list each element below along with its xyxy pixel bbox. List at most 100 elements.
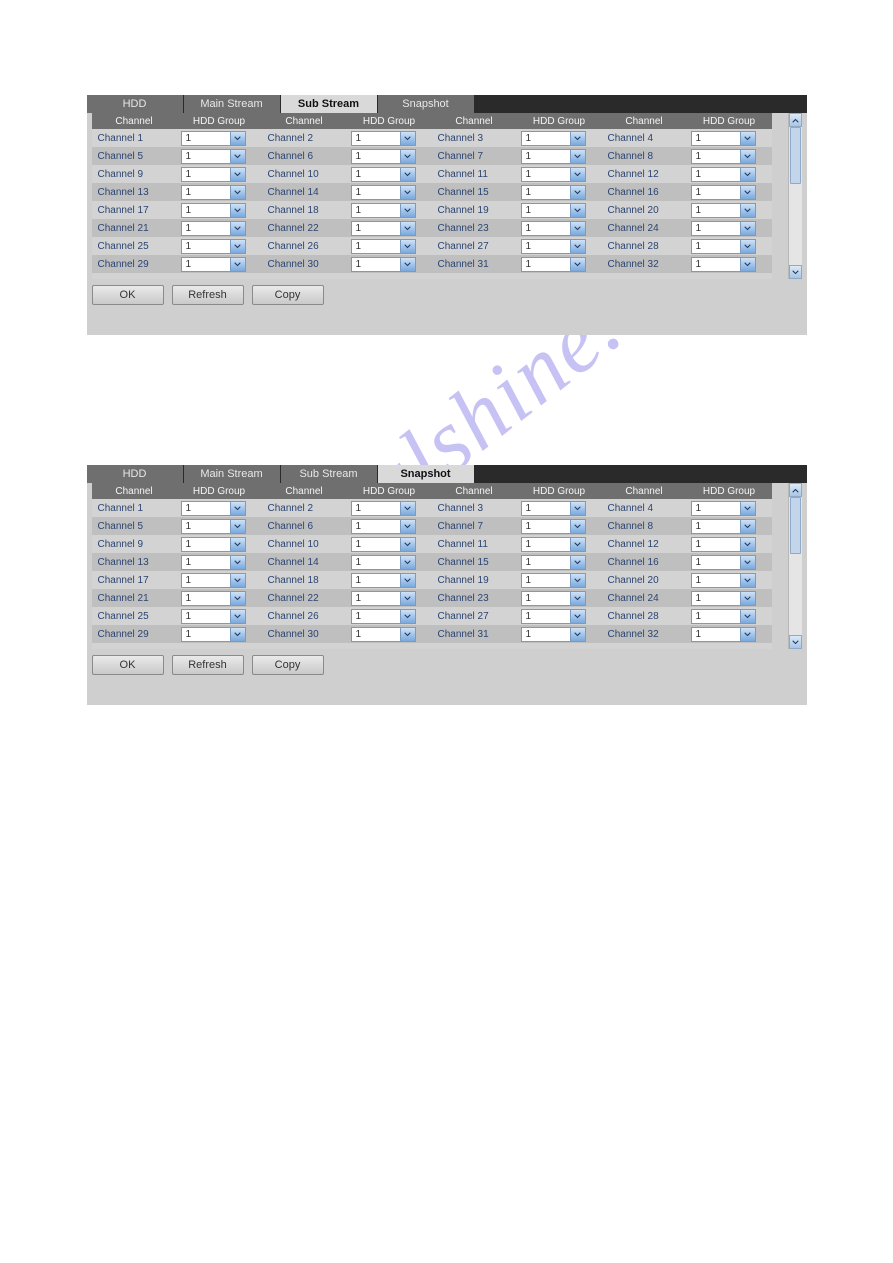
hdd-group-select[interactable]: 1 (691, 257, 756, 272)
hdd-group-select[interactable]: 1 (521, 257, 586, 272)
hdd-group-select[interactable]: 1 (691, 573, 756, 588)
hdd-group-select[interactable]: 1 (351, 131, 416, 146)
hdd-group-select[interactable]: 1 (521, 537, 586, 552)
copy-button[interactable]: Copy (252, 285, 324, 305)
tab-hdd[interactable]: HDD (87, 95, 184, 113)
scroll-down-button[interactable] (789, 635, 802, 649)
hdd-group-select[interactable]: 1 (521, 185, 586, 200)
hdd-group-select[interactable]: 1 (351, 537, 416, 552)
hdd-group-select[interactable]: 1 (181, 239, 246, 254)
tab-hdd[interactable]: HDD (87, 465, 184, 483)
hdd-group-select[interactable]: 1 (351, 221, 416, 236)
hdd-group-select[interactable]: 1 (521, 131, 586, 146)
channel-label: Channel 14 (268, 557, 319, 568)
hdd-group-select[interactable]: 1 (521, 555, 586, 570)
hdd-group-select[interactable]: 1 (691, 501, 756, 516)
hdd-group-select[interactable]: 1 (181, 149, 246, 164)
hdd-group-select[interactable]: 1 (351, 501, 416, 516)
hdd-group-select[interactable]: 1 (351, 591, 416, 606)
hdd-group-select[interactable]: 1 (521, 167, 586, 182)
hdd-group-select[interactable]: 1 (691, 591, 756, 606)
hdd-group-select[interactable]: 1 (351, 573, 416, 588)
hdd-group-select[interactable]: 1 (691, 203, 756, 218)
hdd-group-select[interactable]: 1 (181, 131, 246, 146)
hdd-group-select[interactable]: 1 (351, 203, 416, 218)
hdd-group-select[interactable]: 1 (181, 167, 246, 182)
hdd-group-select[interactable]: 1 (691, 239, 756, 254)
tab-sub[interactable]: Sub Stream (281, 465, 378, 483)
hdd-group-select[interactable]: 1 (521, 501, 586, 516)
hdd-group-select[interactable]: 1 (521, 591, 586, 606)
refresh-button[interactable]: Refresh (172, 655, 244, 675)
hdd-group-select[interactable]: 1 (181, 519, 246, 534)
channel-label: Channel 30 (268, 629, 319, 640)
hdd-group-select[interactable]: 1 (181, 501, 246, 516)
hdd-group-select[interactable]: 1 (691, 185, 756, 200)
hdd-group-select[interactable]: 1 (691, 609, 756, 624)
hdd-group-select[interactable]: 1 (521, 573, 586, 588)
hdd-group-select[interactable]: 1 (181, 203, 246, 218)
hdd-group-select[interactable]: 1 (691, 167, 756, 182)
hdd-group-select[interactable]: 1 (181, 609, 246, 624)
scroll-up-button[interactable] (789, 113, 802, 127)
scroll-thumb[interactable] (790, 127, 801, 184)
tab-main[interactable]: Main Stream (184, 95, 281, 113)
scrollbar[interactable] (788, 113, 802, 279)
scroll-up-button[interactable] (789, 483, 802, 497)
hdd-group-select[interactable]: 1 (521, 609, 586, 624)
hdd-group-select[interactable]: 1 (181, 185, 246, 200)
chevron-down-icon (230, 628, 245, 641)
scrollbar[interactable] (788, 483, 802, 649)
ok-button[interactable]: OK (92, 285, 164, 305)
hdd-group-select[interactable]: 1 (181, 221, 246, 236)
hdd-group-select[interactable]: 1 (351, 257, 416, 272)
hdd-group-select[interactable]: 1 (691, 537, 756, 552)
channel-label: Channel 13 (98, 557, 149, 568)
hdd-group-select[interactable]: 1 (521, 239, 586, 254)
hdd-group-select[interactable]: 1 (521, 221, 586, 236)
chevron-down-icon (230, 204, 245, 217)
scroll-track[interactable] (789, 497, 802, 635)
hdd-group-select[interactable]: 1 (521, 627, 586, 642)
hdd-group-select[interactable]: 1 (691, 555, 756, 570)
hdd-group-select[interactable]: 1 (351, 555, 416, 570)
channel-label: Channel 27 (438, 241, 489, 252)
ok-button[interactable]: OK (92, 655, 164, 675)
hdd-group-select[interactable]: 1 (351, 519, 416, 534)
hdd-group-select[interactable]: 1 (181, 257, 246, 272)
tab-snap[interactable]: Snapshot (378, 465, 475, 483)
channel-cell: Channel 7 (432, 517, 517, 535)
hdd-group-select[interactable]: 1 (351, 239, 416, 254)
scroll-track[interactable] (789, 127, 802, 265)
hdd-group-select[interactable]: 1 (351, 609, 416, 624)
hdd-group-select[interactable]: 1 (351, 149, 416, 164)
hdd-group-select[interactable]: 1 (181, 555, 246, 570)
hdd-group-select[interactable]: 1 (181, 591, 246, 606)
select-value: 1 (182, 521, 230, 532)
select-value: 1 (692, 503, 740, 514)
channel-label: Channel 29 (98, 629, 149, 640)
tab-main[interactable]: Main Stream (184, 465, 281, 483)
tab-sub[interactable]: Sub Stream (281, 95, 378, 113)
hdd-group-select[interactable]: 1 (351, 167, 416, 182)
hdd-group-select[interactable]: 1 (521, 519, 586, 534)
hdd-group-select[interactable]: 1 (691, 627, 756, 642)
refresh-button[interactable]: Refresh (172, 285, 244, 305)
hdd-group-select[interactable]: 1 (691, 221, 756, 236)
tab-snap[interactable]: Snapshot (378, 95, 475, 113)
hdd-group-select[interactable]: 1 (691, 519, 756, 534)
scroll-down-button[interactable] (789, 265, 802, 279)
hdd-group-select[interactable]: 1 (351, 185, 416, 200)
hdd-group-select[interactable]: 1 (691, 131, 756, 146)
channel-label: Channel 11 (438, 539, 488, 550)
hdd-group-select[interactable]: 1 (521, 149, 586, 164)
hdd-group-select[interactable]: 1 (691, 149, 756, 164)
hdd-group-select[interactable]: 1 (351, 627, 416, 642)
hdd-group-select[interactable]: 1 (181, 627, 246, 642)
copy-button[interactable]: Copy (252, 655, 324, 675)
hdd-group-select[interactable]: 1 (521, 203, 586, 218)
hdd-group-select[interactable]: 1 (181, 537, 246, 552)
select-cell: 1 (687, 147, 772, 165)
scroll-thumb[interactable] (790, 497, 801, 554)
hdd-group-select[interactable]: 1 (181, 573, 246, 588)
